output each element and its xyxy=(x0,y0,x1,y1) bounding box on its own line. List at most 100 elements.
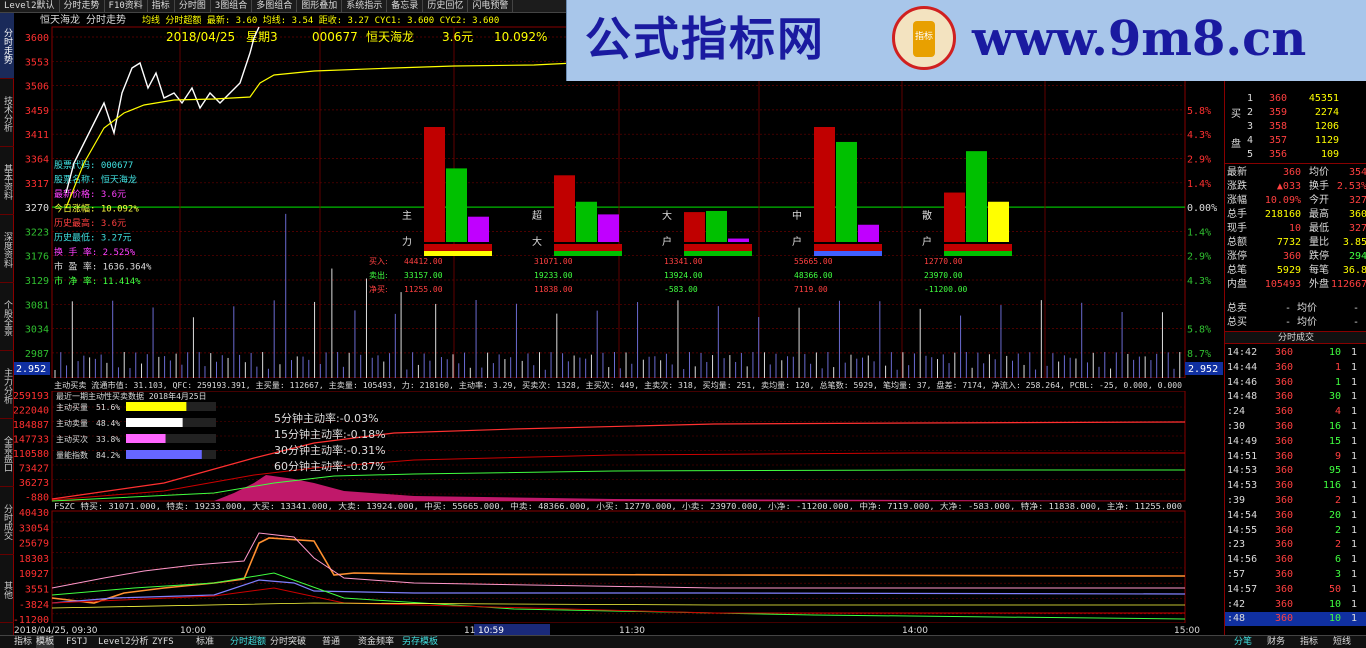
toolbar-item[interactable]: 3图组合 xyxy=(211,0,253,12)
flow-group-label: 力 xyxy=(402,235,412,248)
quote-cell: 30 xyxy=(1328,391,1341,403)
quote-cell: 20 xyxy=(1328,509,1341,521)
toolbar-item[interactable]: 系统指示 xyxy=(342,0,388,12)
info-line: 换 手 率: 2.525% xyxy=(54,246,136,258)
quote-cell: ▲033 xyxy=(1276,181,1301,192)
price-axis-label: 3034 xyxy=(25,325,49,336)
bottom-tab[interactable]: 普通 xyxy=(322,636,340,648)
quote-cell: 109 xyxy=(1320,149,1339,160)
quote-bottom-tab[interactable]: 指标 xyxy=(1300,636,1318,648)
quote-cell: 14:54 xyxy=(1227,509,1258,521)
toolbar-item[interactable]: 闪电预警 xyxy=(468,0,514,12)
toolbar-item[interactable]: 多图组合 xyxy=(252,0,298,12)
quote-cell: 105493 xyxy=(1264,279,1301,290)
label: 10.092% xyxy=(494,30,547,44)
quote-cell: 1 xyxy=(1351,598,1358,610)
bottom-tab[interactable]: 模板 xyxy=(36,636,55,648)
mid-stat-bar xyxy=(126,402,187,411)
x-axis-label: 15:00 xyxy=(1174,626,1200,635)
sidebar-tab[interactable]: 其他 xyxy=(0,557,14,623)
bottom-tab[interactable]: 标准 xyxy=(196,636,214,648)
sidebar-tab[interactable]: 全景盘口 xyxy=(0,421,14,487)
toolbar-item[interactable]: F10资料 xyxy=(105,0,148,12)
quote-cell: 360 xyxy=(1274,554,1293,566)
flow-net-value: -583.00 xyxy=(664,285,698,294)
bottom-tab[interactable]: 分时超额 xyxy=(230,636,266,648)
bottom-tab[interactable]: Level2分析 xyxy=(98,636,149,648)
quote-cell: 1 xyxy=(1351,539,1358,551)
watermark-url: www.9m8.cn xyxy=(972,11,1307,67)
mid-stat-value: 51.6% xyxy=(96,403,120,412)
info-line: 历史最高: 3.6元 xyxy=(54,217,126,229)
quote-cell: 360 xyxy=(1274,376,1293,388)
flow-ratio-bar xyxy=(554,244,622,251)
quote-cell: 1 xyxy=(1351,376,1358,388)
toolbar-item[interactable]: 备忘录 xyxy=(387,0,424,12)
quote-cell: 360 xyxy=(1274,539,1293,551)
quote-cell: 360 xyxy=(1274,598,1293,610)
flow-bar xyxy=(706,210,727,242)
sidebar-tab[interactable]: 分时成交 xyxy=(0,489,14,555)
quote-cell: 1 xyxy=(1351,391,1358,403)
bottom-tab[interactable]: 另存模板 xyxy=(402,636,438,648)
info-line: 今日涨幅: 10.092% xyxy=(54,203,139,215)
quote-cell: 14:46 xyxy=(1227,376,1258,388)
sidebar-tab[interactable]: 主力分析 xyxy=(0,353,14,419)
label: 星期3 xyxy=(246,30,278,44)
flow-sell-value: 48366.00 xyxy=(794,271,833,280)
quote-cell: 现手 xyxy=(1227,223,1247,234)
bottom-tab[interactable]: 指标 xyxy=(14,636,32,648)
mid-indicator-line: 主动买卖 流通市值: 31.103, QFC: 259193.391, 主买量:… xyxy=(54,380,1182,390)
pct-axis-label: 5.8% xyxy=(1187,325,1211,336)
mid-rate-text: 15分钟主动率:-0.18% xyxy=(274,427,386,441)
fszc-axis-label: 33054 xyxy=(19,523,49,534)
toolbar-item[interactable]: 指标 xyxy=(148,0,175,12)
toolbar-item[interactable]: Level2默认 xyxy=(0,0,60,12)
quote-cell: 360 xyxy=(1274,435,1293,447)
flow-group-label: 户 xyxy=(792,235,802,248)
bottom-tabbar: 指标 模板 FSTJ Level2分析 ZYFS 标准 分时超额 分时突破 普通 资金频率 另存模板… xyxy=(0,635,1366,648)
flow-ratio-bar xyxy=(814,251,882,256)
flow-ratio-bar xyxy=(554,251,622,256)
toolbar-item[interactable]: 历史回忆 xyxy=(423,0,469,12)
main-chart-area[interactable]: 3600 3553 3506 3459 3411 3364 3317 3270 3223 3176… xyxy=(14,13,1224,635)
bottom-tab[interactable]: 分时突破 xyxy=(270,636,306,648)
sidebar-tab[interactable]: 基本资料 xyxy=(0,149,14,215)
mid-stat-label: 主动买量 xyxy=(56,402,88,412)
sidebar-tab[interactable]: 分时走势 xyxy=(0,13,14,79)
bottom-tab[interactable]: FSTJ xyxy=(66,636,88,648)
sidebar-tab[interactable]: 个股全景 xyxy=(0,285,14,351)
fszc-axis-label: 18303 xyxy=(19,554,49,565)
quote-cell: 1 xyxy=(1351,554,1358,566)
sidebar-tab[interactable]: 技术分析 xyxy=(0,81,14,147)
x-axis-label: 11 xyxy=(464,626,475,635)
quote-cell: 1 xyxy=(1351,613,1358,625)
quote-bottom-tab[interactable]: 分笔 xyxy=(1234,636,1252,648)
mid-stat-bar xyxy=(126,434,166,443)
bottom-tab[interactable]: ZYFS xyxy=(152,636,174,648)
quote-cell: 1 xyxy=(1351,583,1358,595)
quote-cell: 3.85 xyxy=(1342,237,1366,248)
quote-cell: 360 xyxy=(1274,450,1293,462)
pct-axis-label: 1.4% xyxy=(1187,227,1211,238)
bottom-tab[interactable]: 资金频率 xyxy=(358,636,394,648)
trades-header[interactable]: 分时成交 xyxy=(1225,331,1366,344)
toolbar-item[interactable]: 图形叠加 xyxy=(297,0,343,12)
left-sidebar: 分时走势技术分析基本资料深度资料个股全景主力分析全景盘口分时成交其他 xyxy=(0,13,14,635)
mid-stat-bar xyxy=(126,450,202,459)
quote-bottom-tab[interactable]: 短线 xyxy=(1333,636,1351,648)
mid-rate-text: 30分钟主动率:-0.31% xyxy=(274,443,386,457)
x-axis-label: 2018/04/25, 09:30 xyxy=(14,626,98,635)
flow-buy-value: 13341.00 xyxy=(664,257,703,266)
quote-cell: 50 xyxy=(1328,583,1341,595)
quote-cell: 1 xyxy=(1351,524,1358,536)
sidebar-tab[interactable]: 深度资料 xyxy=(0,217,14,283)
quote-cell: 1 xyxy=(1351,347,1358,358)
quote-bottom-tab[interactable]: 财务 xyxy=(1267,636,1285,648)
toolbar-item[interactable]: 分时走势 xyxy=(60,0,105,12)
toolbar-item[interactable]: 分时图 xyxy=(175,0,211,12)
price-axis-label: 2987 xyxy=(25,349,49,360)
quote-cell: 16 xyxy=(1328,421,1341,432)
quote-cell: 360 xyxy=(1274,509,1293,521)
watermark-logo-icon: 指标 xyxy=(892,6,956,70)
